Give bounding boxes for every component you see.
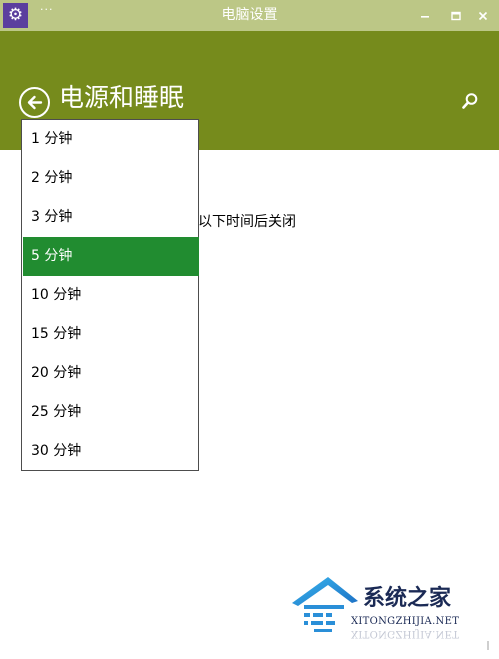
dropdown-option[interactable]: 2 分钟 (23, 159, 199, 198)
search-button[interactable] (461, 92, 479, 112)
watermark: 系统之家 XITONGZHIJIA.NET XITONGZHIJIA.NET (290, 573, 495, 653)
search-icon (462, 93, 478, 109)
back-button[interactable] (19, 87, 50, 118)
dropdown-option[interactable]: 3 分钟 (23, 198, 199, 237)
dropdown-option[interactable]: 25 分钟 (23, 393, 199, 432)
dropdown-option[interactable]: 20 分钟 (23, 354, 199, 393)
page-title: 电源和睡眠 (59, 83, 185, 112)
watermark-url-reflection: XITONGZHIJIA.NET (351, 628, 460, 639)
back-arrow-icon (27, 95, 43, 110)
dropdown-option[interactable]: 15 分钟 (23, 315, 199, 354)
dropdown-option[interactable]: 10 分钟 (23, 276, 199, 315)
close-button[interactable] (468, 0, 498, 31)
timeout-dropdown-list[interactable]: 1 分钟 2 分钟 3 分钟 5 分钟 10 分钟 15 分钟 20 分钟 25… (21, 119, 199, 471)
window-titlebar: ⚙ ··· 电脑设置 (0, 0, 499, 31)
dropdown-option[interactable]: 30 分钟 (23, 432, 199, 471)
edge-mark (487, 641, 489, 650)
maximize-button[interactable] (441, 0, 471, 31)
watermark-title: 系统之家 (363, 586, 452, 611)
house-logo-icon (292, 577, 358, 632)
close-icon (478, 11, 488, 21)
watermark-url: XITONGZHIJIA.NET (351, 616, 460, 627)
minimize-icon (421, 16, 429, 18)
dropdown-option[interactable]: 1 分钟 (23, 120, 199, 159)
minimize-button[interactable] (410, 0, 440, 31)
maximize-icon (451, 11, 461, 21)
screen-off-setting-label: 以下时间后关闭 (198, 214, 296, 230)
dropdown-option-selected[interactable]: 5 分钟 (23, 237, 199, 276)
